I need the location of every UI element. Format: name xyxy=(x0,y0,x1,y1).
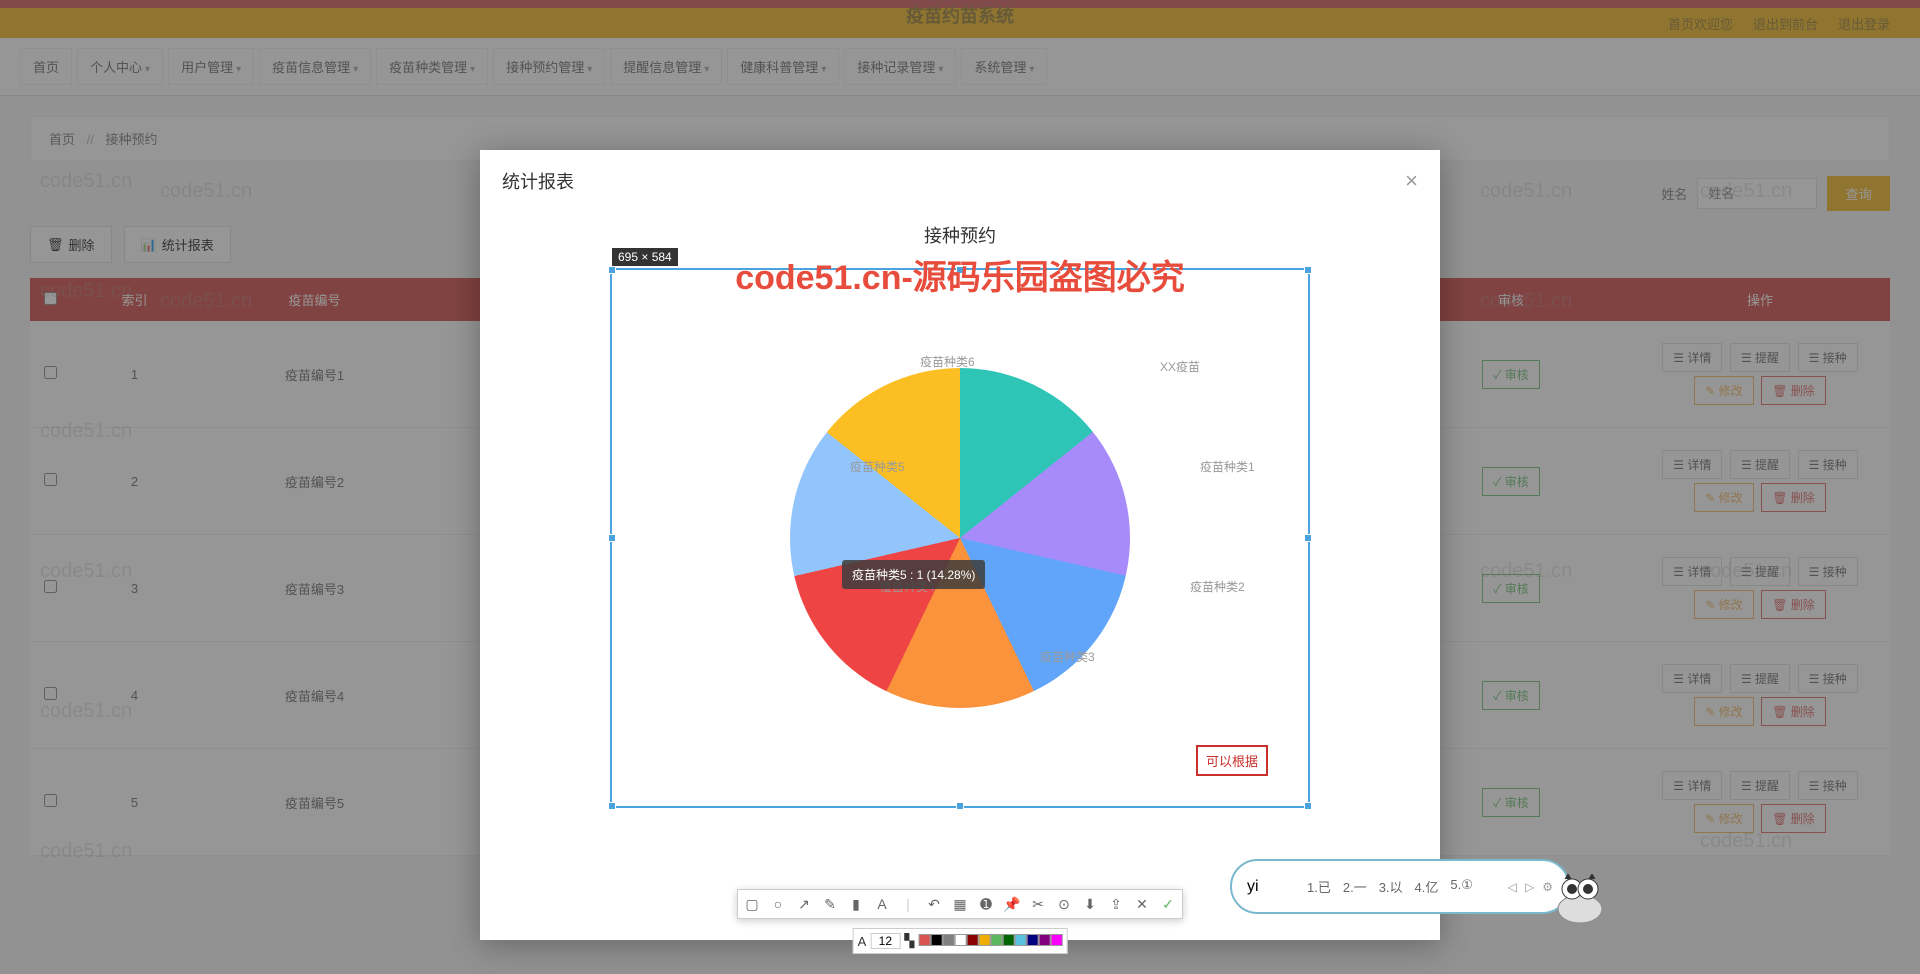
color-swatch[interactable] xyxy=(930,934,942,946)
color-swatch[interactable] xyxy=(918,934,930,946)
ocr-icon[interactable]: ⊙ xyxy=(1055,895,1073,913)
ime-mascot-icon xyxy=(1550,874,1610,924)
color-swatch[interactable] xyxy=(1026,934,1038,946)
ime-candidate[interactable]: 4.亿 xyxy=(1415,877,1439,896)
color-swatch[interactable] xyxy=(942,934,954,946)
ime-candidate-box: 1.已2.一3.以4.亿5.① ◁ ▷ ⚙ xyxy=(1230,859,1570,914)
color-swatch[interactable] xyxy=(1014,934,1026,946)
ime-candidate[interactable]: 1.已 xyxy=(1307,877,1331,896)
chart-tooltip: 疫苗种类5 : 1 (14.28%) xyxy=(842,560,985,589)
color-swatch[interactable] xyxy=(1002,934,1014,946)
modal-title: 统计报表 xyxy=(502,168,574,194)
marker-tool-icon[interactable]: ▮ xyxy=(847,895,865,913)
chart-title: 接种预约 xyxy=(510,222,1410,248)
font-size-input[interactable] xyxy=(870,933,900,949)
resize-handle[interactable] xyxy=(1304,266,1312,274)
pie-slice-label: 疫苗种类2 xyxy=(1190,578,1245,595)
color-swatch[interactable] xyxy=(1050,934,1062,946)
ime-prev-icon[interactable]: ◁ xyxy=(1508,880,1517,894)
text-tool-icon[interactable]: A xyxy=(873,895,891,913)
resize-handle[interactable] xyxy=(608,802,616,810)
chart-selection-box[interactable]: 695 × 584 XX疫苗疫苗种类1疫苗种类2疫苗种类3疫苗种类4疫苗种类5疫… xyxy=(610,268,1310,808)
mosaic-icon[interactable]: ▦ xyxy=(951,895,969,913)
ime-next-icon[interactable]: ▷ xyxy=(1525,880,1534,894)
ime-candidate[interactable]: 2.一 xyxy=(1343,877,1367,896)
share-icon[interactable]: ⇪ xyxy=(1107,895,1125,913)
counter-icon[interactable]: ➊ xyxy=(977,895,995,913)
font-toolbar: A ▚ xyxy=(853,928,1068,954)
pie-slice-label: 疫苗种类6 xyxy=(920,353,975,370)
color-swatch[interactable] xyxy=(978,934,990,946)
color-swatch[interactable] xyxy=(1038,934,1050,946)
download-icon[interactable]: ⬇ xyxy=(1081,895,1099,913)
font-label: A xyxy=(858,934,867,949)
resize-handle[interactable] xyxy=(608,534,616,542)
close-icon[interactable]: × xyxy=(1405,168,1418,194)
color-swatch[interactable] xyxy=(954,934,966,946)
dimension-tag: 695 × 584 xyxy=(612,248,678,266)
ime-candidate[interactable]: 3.以 xyxy=(1379,877,1403,896)
ime-candidate[interactable]: 5.① xyxy=(1450,877,1473,896)
cancel-icon[interactable]: ✕ xyxy=(1133,895,1151,913)
pen-tool-icon[interactable]: ✎ xyxy=(821,895,839,913)
resize-handle[interactable] xyxy=(956,266,964,274)
pie-slice-label: 疫苗种类3 xyxy=(1040,648,1095,665)
circle-tool-icon[interactable]: ○ xyxy=(769,895,787,913)
ime-input[interactable] xyxy=(1247,878,1297,896)
resize-handle[interactable] xyxy=(956,802,964,810)
annotation-text-box[interactable]: 可以根据 xyxy=(1196,745,1268,776)
eyedropper-icon[interactable]: ✂ xyxy=(1029,895,1047,913)
pin-icon[interactable]: 📌 xyxy=(1003,895,1021,913)
arrow-tool-icon[interactable]: ↗ xyxy=(795,895,813,913)
pie-slice-label: 疫苗种类5 xyxy=(850,458,905,475)
confirm-icon[interactable]: ✓ xyxy=(1159,895,1177,913)
resize-handle[interactable] xyxy=(1304,802,1312,810)
stepper-icon[interactable]: ▚ xyxy=(904,933,914,949)
rect-tool-icon[interactable]: ▢ xyxy=(743,895,761,913)
undo-icon[interactable]: ↶ xyxy=(925,895,943,913)
color-swatch[interactable] xyxy=(990,934,1002,946)
annotation-toolbar: ▢ ○ ↗ ✎ ▮ A | ↶ ▦ ➊ 📌 ✂ ⊙ ⬇ ⇪ ✕ ✓ xyxy=(737,889,1183,919)
pie-slice-label: 疫苗种类1 xyxy=(1200,458,1255,475)
resize-handle[interactable] xyxy=(1304,534,1312,542)
pie-slice-label: XX疫苗 xyxy=(1160,358,1200,375)
resize-handle[interactable] xyxy=(608,266,616,274)
color-swatch[interactable] xyxy=(966,934,978,946)
report-modal: 统计报表 × 接种预约 695 × 584 XX疫苗疫苗种类1 疫苗种类2 疫苗种类… xyxy=(480,150,1440,940)
